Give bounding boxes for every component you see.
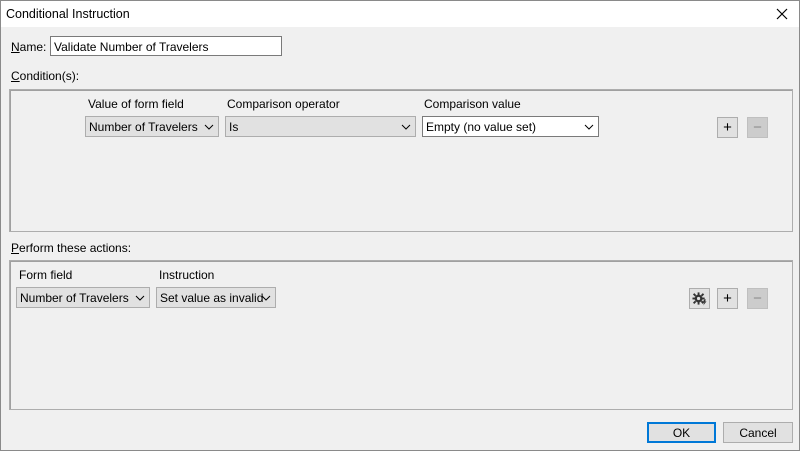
condition-operator-value: Is (229, 120, 239, 134)
action-settings-button[interactable] (689, 288, 710, 309)
conditions-section-label: Condition(s): (11, 69, 80, 83)
cancel-button[interactable]: Cancel (723, 422, 793, 443)
condition-operator-header: Comparison operator (227, 97, 340, 111)
close-icon (776, 8, 788, 20)
condition-value-value: Empty (no value set) (426, 120, 537, 134)
title-bar: Conditional Instruction (1, 1, 799, 27)
chevron-down-icon (584, 124, 594, 130)
remove-action-button[interactable]: − (747, 288, 768, 309)
action-field-header: Form field (19, 268, 73, 282)
actions-panel (9, 260, 793, 410)
name-input[interactable]: Validate Number of Travelers (50, 36, 282, 56)
chevron-down-icon (261, 295, 271, 301)
add-condition-button[interactable]: + (717, 117, 738, 138)
action-field-value: Number of Travelers (20, 291, 129, 305)
condition-field-header: Value of form field (88, 97, 184, 111)
actions-section-label: Perform these actions: (11, 241, 132, 255)
close-button[interactable] (765, 1, 799, 27)
action-field-dropdown[interactable]: Number of Travelers (16, 287, 150, 308)
window-title: Conditional Instruction (6, 7, 130, 21)
ok-button[interactable]: OK (647, 422, 716, 443)
name-label: Name: (11, 40, 47, 54)
condition-field-dropdown[interactable]: Number of Travelers (85, 116, 219, 137)
chevron-down-icon (401, 124, 411, 130)
condition-operator-dropdown[interactable]: Is (225, 116, 416, 137)
condition-value-dropdown[interactable]: Empty (no value set) (422, 116, 599, 137)
condition-field-value: Number of Travelers (89, 120, 198, 134)
action-instruction-dropdown[interactable]: Set value as invalid (156, 287, 276, 308)
condition-value-header: Comparison value (424, 97, 521, 111)
action-instruction-header: Instruction (159, 268, 215, 282)
add-action-button[interactable]: + (717, 288, 738, 309)
chevron-down-icon (135, 295, 145, 301)
remove-condition-button[interactable]: − (747, 117, 768, 138)
gear-icon (692, 292, 707, 306)
chevron-down-icon (204, 124, 214, 130)
action-instruction-value: Set value as invalid (160, 291, 264, 305)
conditional-instruction-dialog: Conditional Instruction Name: Validate N… (0, 0, 800, 451)
